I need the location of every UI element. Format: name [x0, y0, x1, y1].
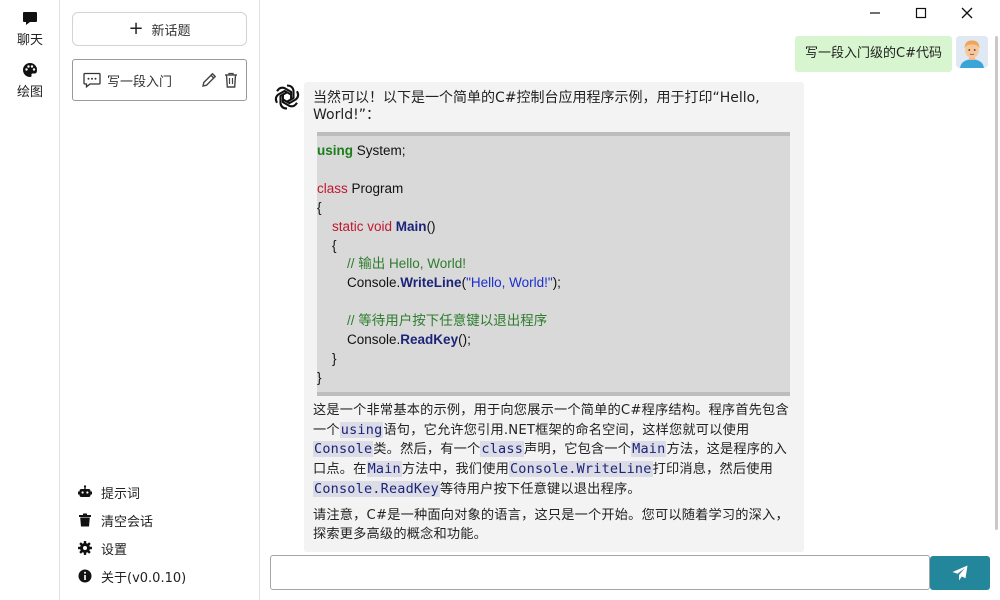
menu-item-prompts-label: 提示词	[101, 486, 141, 502]
app-window: 聊天 绘图 + 新话题 写一段入门 提示词 清空会话 设置 关于(v0.0.10…	[0, 0, 1000, 600]
edit-icon[interactable]	[200, 71, 218, 89]
code-text: Program	[347, 180, 404, 196]
code-text: System;	[353, 143, 406, 158]
code-line: class Program	[317, 180, 790, 199]
rail-item-chat-label: 聊天	[16, 33, 43, 48]
plus-icon: +	[128, 18, 144, 39]
code-line: Console.ReadKey();	[317, 331, 790, 350]
user-message-bubble: 写一段入门级的C#代码	[795, 36, 952, 72]
code-line: // 等待用户按下任意键以退出程序	[317, 312, 790, 331]
palette-icon	[23, 63, 37, 77]
code-comment: // 等待用户按下任意键以退出程序	[347, 313, 548, 329]
inline-code: using	[339, 421, 384, 438]
robot-icon	[78, 485, 92, 497]
menu-item-clear-session[interactable]: 清空会话	[78, 506, 253, 534]
code-line: using System;	[317, 142, 790, 161]
message-input[interactable]	[270, 555, 930, 590]
code-text: Console.	[347, 332, 401, 348]
menu-item-clear-session-label: 清空会话	[101, 514, 154, 530]
code-method-name: ReadKey	[400, 332, 459, 348]
assistant-intro-text: 当然可以！以下是一个简单的C#控制台应用程序示例，用于打印“Hello, Wor…	[313, 90, 760, 123]
code-text: ();	[458, 332, 471, 348]
code-line: {	[317, 199, 790, 218]
menu-item-about[interactable]: 关于(v0.0.10)	[78, 562, 253, 590]
menu-item-settings[interactable]: 设置	[78, 534, 253, 562]
rail-item-chat[interactable]: 聊天	[0, 10, 60, 48]
inline-code: class	[480, 441, 525, 458]
paragraph-text: 类。然后，有一个	[373, 442, 481, 458]
code-line: }	[317, 350, 790, 369]
code-line: {	[317, 237, 790, 256]
closing-paragraph: 请注意，C#是一种面向对象的语言，这只是一个开始。您可以随着学习的深入，探索更多…	[313, 507, 789, 542]
send-button[interactable]	[930, 556, 990, 590]
code-line: }	[317, 369, 790, 388]
paragraph-text: 语句，它允许您引用.NET框架的命名空间，这样您就可以使用	[383, 422, 750, 438]
menu-item-about-label: 关于(v0.0.10)	[101, 570, 187, 586]
paragraph-text: 方法中，我们使用	[401, 462, 509, 478]
user-avatar	[956, 36, 988, 68]
code-block: using System; class Program { static voi…	[317, 132, 790, 396]
code-line: Console.WriteLine("Hello, World!");	[317, 274, 790, 293]
code-keyword: static void	[332, 218, 393, 234]
inline-code: Main	[366, 461, 402, 478]
conversation-sidebar: + 新话题 写一段入门 提示词 清空会话 设置 关于(v0.0.10)	[60, 0, 260, 600]
conversation-title: 写一段入门	[107, 74, 173, 90]
inline-code: Console.WriteLine	[508, 461, 653, 478]
message-icon	[83, 72, 101, 88]
new-topic-button[interactable]: + 新话题	[72, 12, 247, 46]
chat-bubble-icon	[23, 12, 37, 25]
rail-item-draw[interactable]: 绘图	[0, 62, 60, 100]
code-keyword: using	[317, 143, 353, 158]
code-line: // 输出 Hello, World!	[317, 255, 790, 274]
inline-code: Console	[313, 441, 374, 458]
code-keyword: class	[317, 180, 348, 196]
code-method-name: Main	[395, 218, 427, 234]
chat-area: 写一段入门级的C#代码 当然可以！以下是一个简单的C#控制台应用程序示例，用于打…	[260, 0, 1000, 553]
paragraph-text: 声明，它包含一个	[524, 442, 632, 458]
conversation-item[interactable]: 写一段入门	[72, 59, 247, 101]
chat-scrollbar[interactable]	[995, 36, 998, 530]
assistant-logo	[272, 82, 302, 112]
rail-item-draw-label: 绘图	[16, 85, 43, 100]
code-method-name: WriteLine	[400, 275, 462, 291]
send-icon	[952, 565, 968, 581]
paragraph-text: 等待用户按下任意键以退出程序。	[439, 481, 641, 497]
code-line: static void Main()	[317, 218, 790, 237]
code-comment: // 输出 Hello, World!	[347, 256, 467, 272]
new-topic-label: 新话题	[151, 23, 191, 39]
inline-code: Main	[631, 441, 667, 458]
code-text: {	[317, 199, 322, 215]
code-text: {	[332, 237, 337, 253]
inline-code: Console.ReadKey	[313, 480, 440, 497]
code-text: );	[552, 275, 561, 291]
code-text: }	[317, 369, 322, 385]
user-message-row: 写一段入门级的C#代码	[795, 36, 988, 72]
sidebar-menu: 提示词 清空会话 设置 关于(v0.0.10)	[78, 478, 253, 590]
assistant-message-bubble: 当然可以！以下是一个简单的C#控制台应用程序示例，用于打印“Hello, Wor…	[304, 82, 804, 553]
trash-icon	[79, 513, 91, 527]
menu-item-settings-label: 设置	[101, 542, 128, 558]
code-text: ()	[426, 218, 436, 234]
code-string: "Hello, World!"	[466, 275, 553, 291]
explanation-paragraph: 这是一个非常基本的示例，用于向您展示一个简单的C#程序结构。程序首先包含一个us…	[313, 402, 794, 500]
gear-icon	[78, 541, 92, 555]
menu-item-prompts[interactable]: 提示词	[78, 478, 253, 506]
delete-conversation-icon[interactable]	[222, 71, 240, 89]
code-text: }	[332, 350, 337, 366]
paragraph-text: 打印消息，然后使用	[652, 462, 774, 478]
nav-rail: 聊天 绘图	[0, 0, 60, 600]
info-icon	[78, 569, 92, 583]
code-text: Console.	[347, 275, 401, 291]
